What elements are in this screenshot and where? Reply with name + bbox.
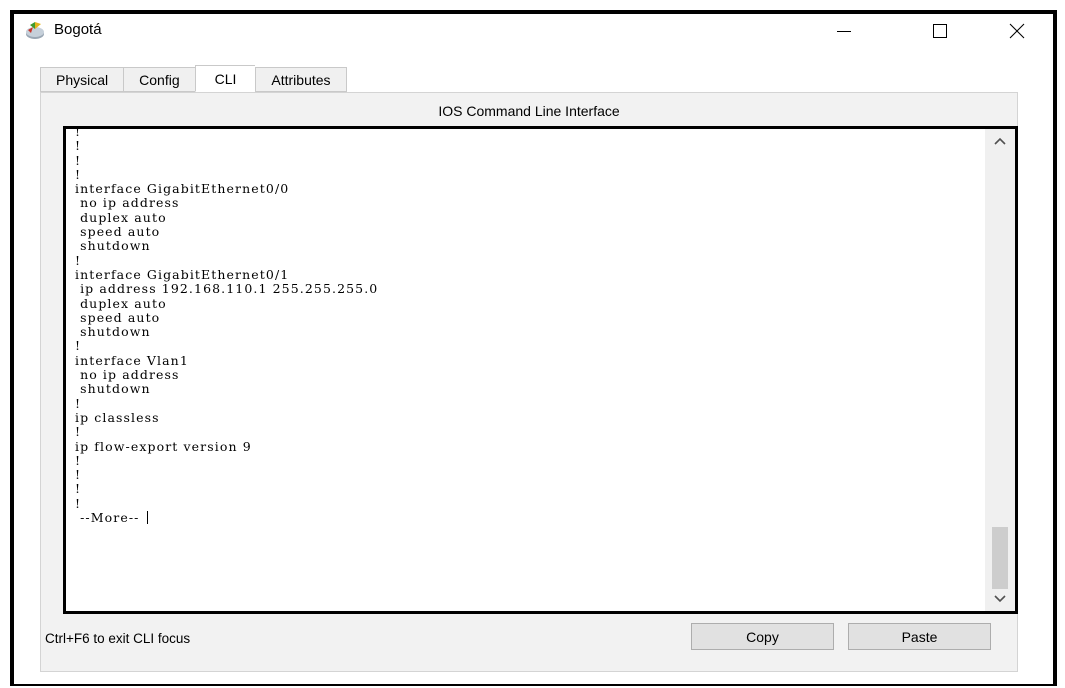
console-line: ! [75,424,82,440]
title-bar[interactable]: Bogotá [14,14,1053,48]
console-line: interface GigabitEthernet0/1 [75,266,290,282]
console-line: no ip address [75,195,180,211]
console-line: ! [75,338,82,354]
scroll-down-button[interactable] [985,590,1015,608]
close-icon [1009,23,1025,39]
console-line: ! [75,481,82,497]
console-output[interactable]: ! ! ! ! interface GigabitEthernet0/0 no … [75,126,379,526]
minimize-icon [837,31,851,32]
tab-cli[interactable]: CLI [194,65,256,92]
close-button[interactable] [994,14,1040,48]
console-line: ! [75,252,82,268]
console-line: ! [75,452,82,468]
console-line: ip classless [75,409,160,425]
console-line: speed auto [75,224,161,240]
maximize-icon [933,24,947,38]
console-line: ! [75,495,82,511]
console-scrollbar[interactable] [985,129,1015,611]
tab-attributes[interactable]: Attributes [255,67,347,92]
cli-console[interactable]: ! ! ! ! interface GigabitEthernet0/0 no … [63,126,1018,614]
tab-physical[interactable]: Physical [40,67,124,92]
scroll-thumb[interactable] [992,527,1008,589]
console-line: shutdown [75,238,151,254]
chevron-up-icon [994,137,1006,145]
console-line: interface Vlan1 [75,352,189,368]
chevron-down-icon [994,595,1006,603]
panel-title: IOS Command Line Interface [438,103,620,119]
console-line: speed auto [75,309,161,325]
console-line: --More-- [75,510,145,526]
scroll-up-button[interactable] [985,132,1015,150]
tab-bar: Physical Config CLI Attributes [40,65,347,93]
cli-panel: IOS Command Line Interface ! ! ! ! inter… [40,92,1018,672]
copy-button[interactable]: Copy [691,623,834,650]
console-line: no ip address [75,367,180,383]
console-line: ip address 192.168.110.1 255.255.255.0 [75,281,379,297]
console-line: ! [75,395,82,411]
maximize-button[interactable] [917,14,963,48]
console-line: shutdown [75,324,151,340]
console-line: ! [75,138,82,154]
paste-button[interactable]: Paste [848,623,991,650]
device-window: Bogotá Physical Config CLI Attributes IO… [10,10,1057,686]
console-line: duplex auto [75,295,167,311]
console-lines: ! ! ! ! interface GigabitEthernet0/0 no … [75,126,379,526]
window-title: Bogotá [54,21,102,38]
console-line: interface GigabitEthernet0/0 [75,181,290,197]
console-line: ! [75,166,82,182]
console-line: ip flow-export version 9 [75,438,252,454]
text-cursor [146,511,148,525]
minimize-button[interactable] [821,14,867,48]
console-line: ! [75,152,82,168]
tab-config[interactable]: Config [123,67,195,92]
console-line: ! [75,126,82,139]
console-line: shutdown [75,381,151,397]
console-line: ! [75,467,82,483]
cli-focus-hint: Ctrl+F6 to exit CLI focus [45,631,191,646]
router-device-icon [26,22,44,39]
console-line: duplex auto [75,209,167,225]
